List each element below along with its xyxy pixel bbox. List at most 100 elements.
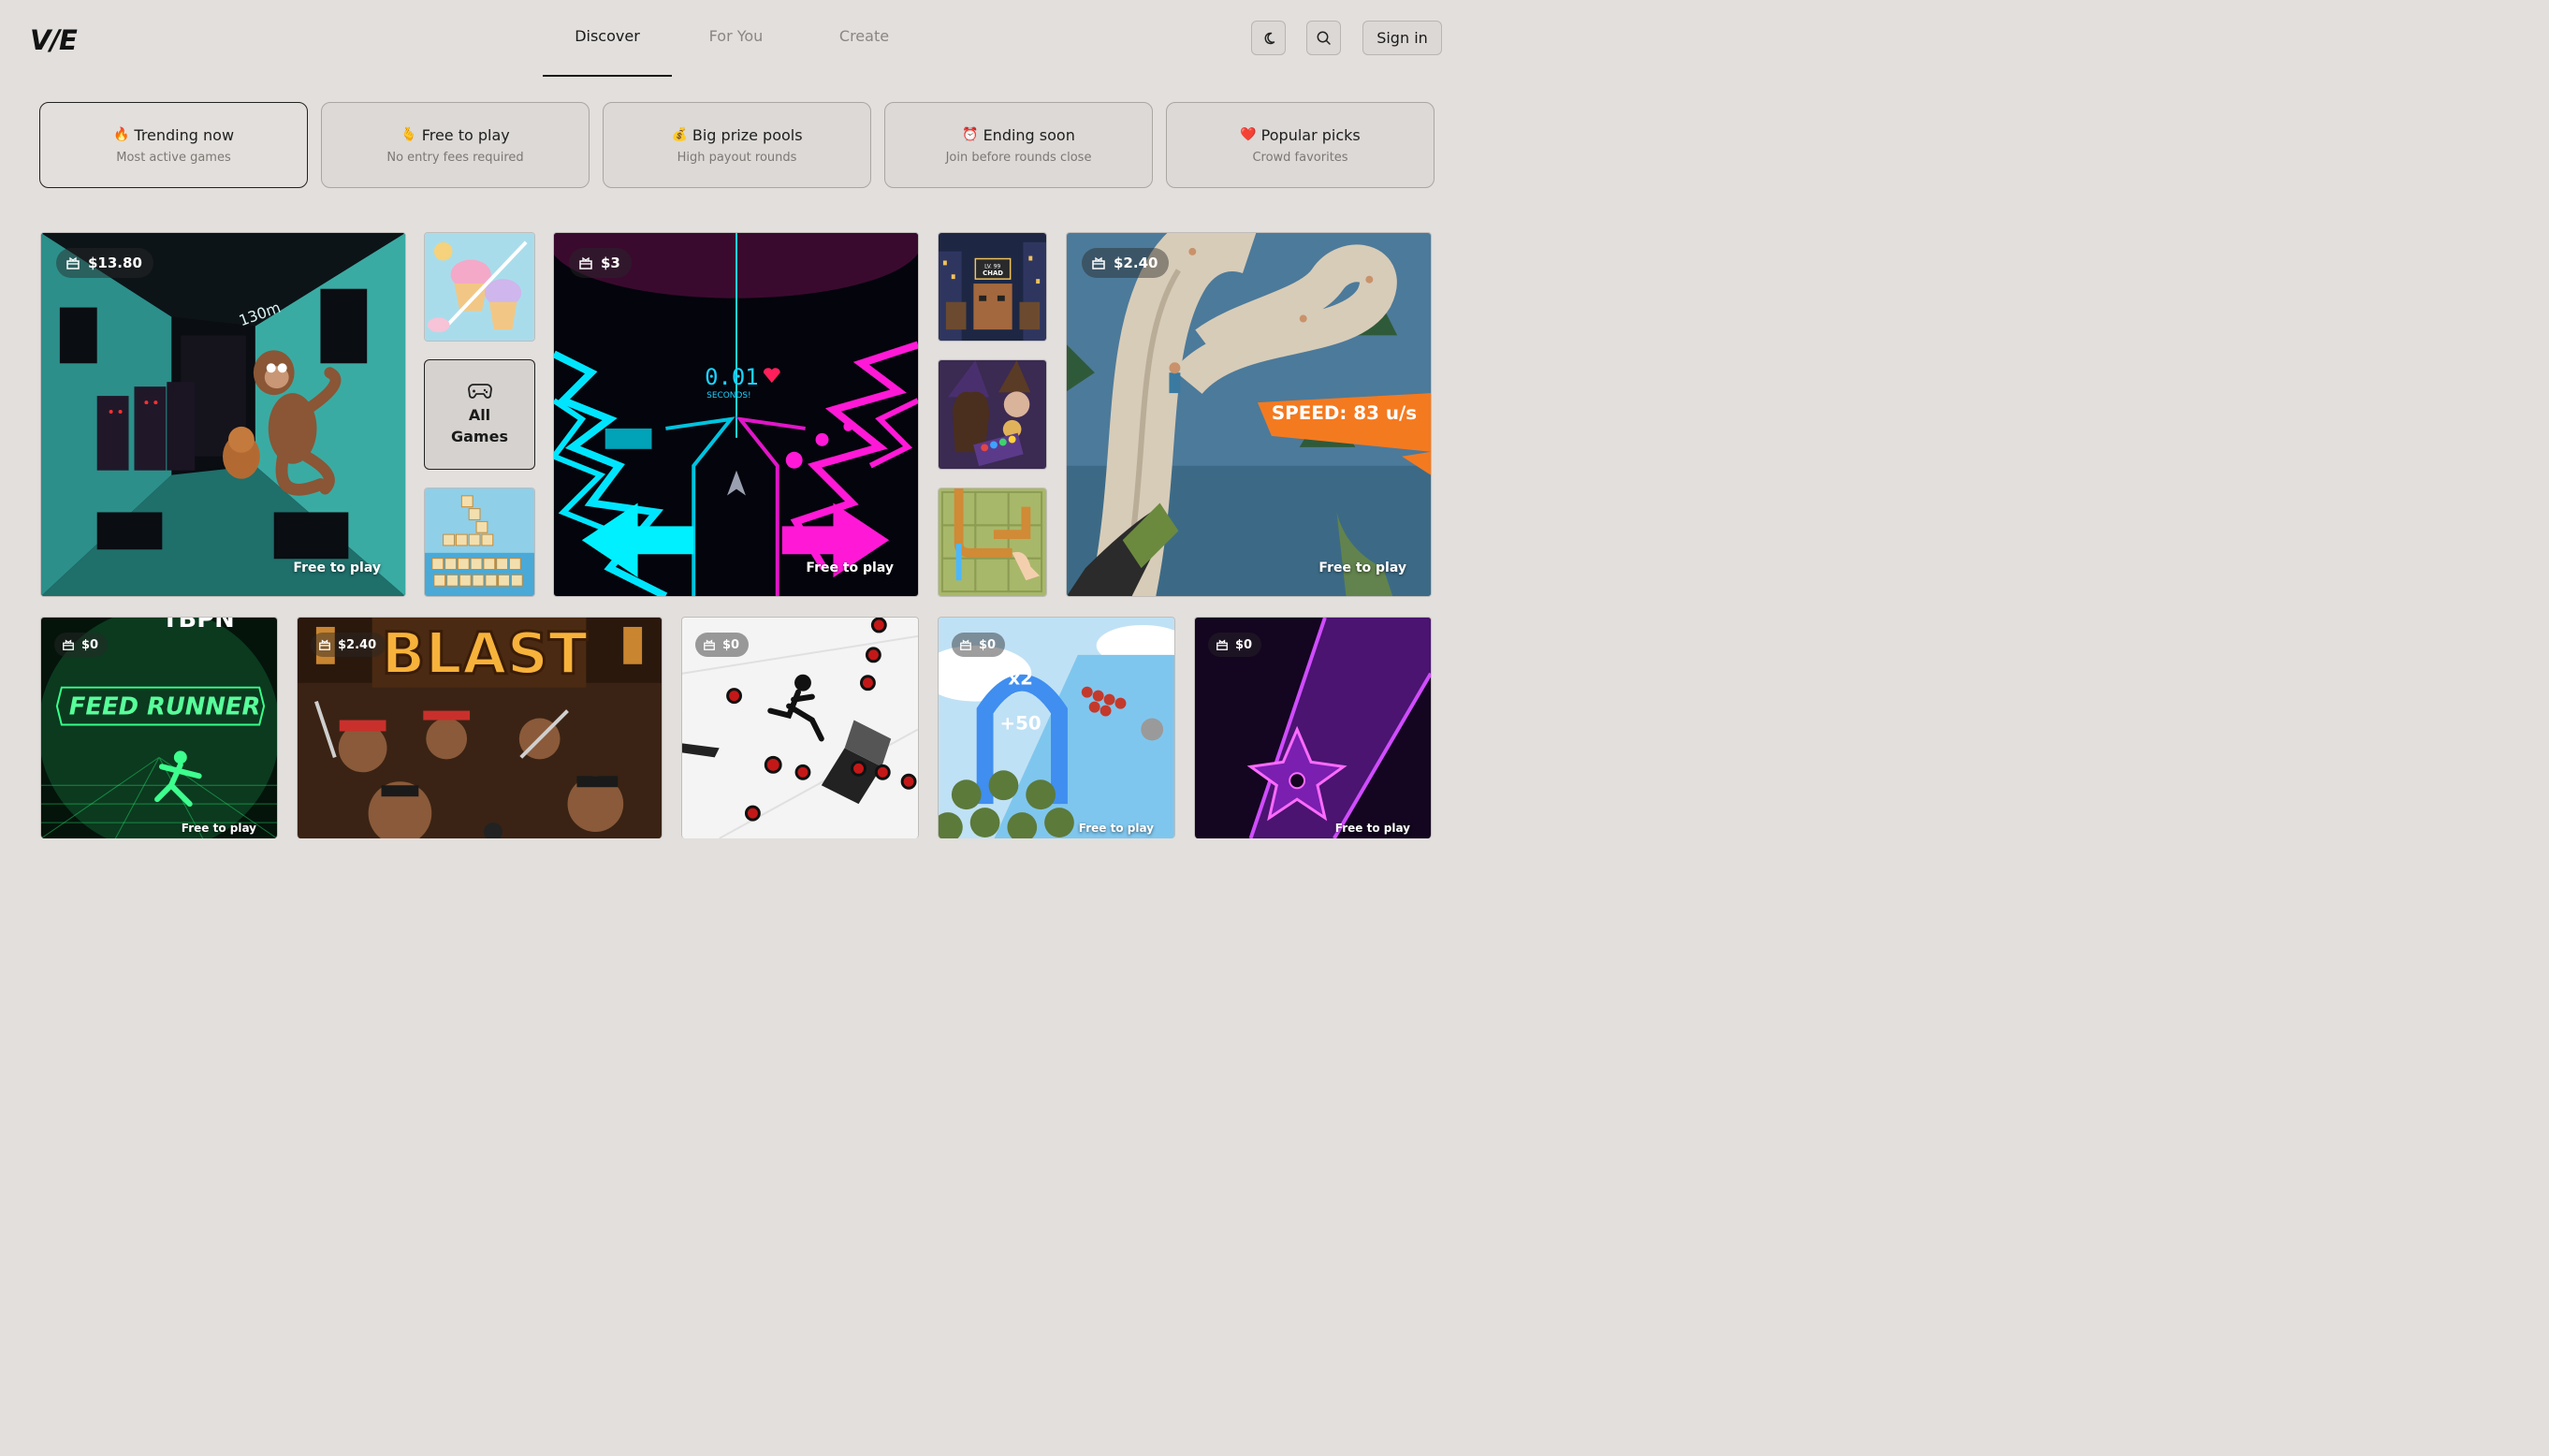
prize-amount: $0 (1235, 637, 1253, 652)
art-bonus-text: +50 (999, 712, 1041, 734)
filter-subtitle: Crowd favorites (1252, 150, 1348, 165)
main-nav: Discover For You Create (543, 0, 928, 77)
tab-for-you[interactable]: For You (672, 0, 800, 77)
game-thumbnail: 130m (41, 233, 405, 596)
gift-icon (960, 639, 971, 650)
game-card-word-scramble[interactable] (424, 488, 535, 597)
theme-toggle-button[interactable] (1251, 21, 1286, 55)
game-card-witch-match[interactable] (938, 359, 1047, 470)
heart-icon: ❤️ (1240, 127, 1257, 142)
free-to-play-label: Free to play (293, 561, 381, 575)
art-seconds-text: SECONDS! (706, 391, 750, 400)
tab-discover[interactable]: Discover (543, 0, 672, 77)
all-games-label: All Games (451, 404, 508, 447)
prize-amount: $0 (979, 637, 997, 652)
filter-label: Trending now (134, 125, 235, 144)
filter-label: Popular picks (1260, 125, 1361, 144)
filter-label: Big prize pools (692, 125, 803, 144)
game-card-neon-dash[interactable]: 0.01 SECONDS! $3 Free to play (553, 232, 919, 597)
prize-badge: $0 (695, 633, 750, 657)
filter-trending[interactable]: 🔥 Trending now Most active games (39, 102, 308, 188)
prize-badge: $2.40 (311, 633, 386, 657)
game-thumbnail: LV. 99 CHAD (939, 233, 1046, 341)
art-title-text: BLAST (382, 620, 589, 688)
gift-icon (704, 639, 715, 650)
search-icon (1317, 31, 1331, 45)
hand-icon: 🫰 (401, 127, 417, 142)
game-thumbnail (939, 488, 1046, 596)
sign-in-button[interactable]: Sign in (1362, 21, 1442, 55)
game-card-corridor-runner[interactable]: 130m $13.80 Free to play (40, 232, 406, 597)
art-brand-text: TBPN (162, 618, 235, 633)
game-thumbnail (425, 488, 534, 596)
gift-icon (1216, 639, 1228, 650)
filter-title: 💰 Big prize pools (671, 126, 802, 144)
free-to-play-label: Free to play (1318, 561, 1406, 575)
prize-badge: $13.80 (56, 248, 153, 278)
game-card-pipe-puzzle[interactable] (938, 488, 1047, 597)
gift-icon (319, 639, 330, 650)
fire-icon: 🔥 (112, 127, 130, 142)
tab-create[interactable]: Create (800, 0, 928, 77)
gift-icon (1092, 256, 1105, 269)
filter-subtitle: Join before rounds close (945, 150, 1092, 165)
all-games-line2: Games (451, 428, 508, 445)
game-card-pirate-blast[interactable]: BLAST $2.40 (297, 617, 663, 838)
filter-popular-picks[interactable]: ❤️ Popular picks Crowd favorites (1166, 102, 1435, 188)
gift-icon (63, 639, 74, 650)
prize-badge: $0 (1208, 633, 1262, 657)
filter-subtitle: No entry fees required (386, 150, 524, 165)
filter-ending-soon[interactable]: ⏰ Ending soon Join before rounds close (884, 102, 1153, 188)
art-chad-text: CHAD (983, 269, 1003, 277)
prize-amount: $13.80 (88, 255, 142, 271)
category-filters: 🔥 Trending now Most active games 🫰 Free to… (39, 102, 1435, 188)
alarm-clock-icon: ⏰ (962, 127, 979, 142)
game-thumbnail: SPEED: 83 u/s (1067, 233, 1431, 596)
game-card-neon-ninja[interactable]: $0 Free to play (1194, 617, 1432, 838)
free-to-play-label: Free to play (1334, 822, 1410, 835)
free-to-play-label: Free to play (1078, 822, 1154, 835)
search-button[interactable] (1306, 21, 1341, 55)
gamepad-icon (467, 384, 492, 399)
all-games-button[interactable]: All Games (424, 359, 535, 470)
prize-badge: $0 (952, 633, 1006, 657)
prize-amount: $2.40 (1114, 255, 1158, 271)
free-to-play-label: Free to play (806, 561, 894, 575)
filter-title: 🫰 Free to play (401, 126, 510, 144)
prize-amount: $3 (601, 255, 620, 271)
game-card-cupcake-slice[interactable] (424, 232, 535, 342)
game-card-feed-runner[interactable]: TBPN FEED RUNNER $0 Free to play (40, 617, 278, 838)
game-thumbnail: 0.01 SECONDS! (554, 233, 918, 596)
art-speed-text: SPEED: 83 u/s (1272, 402, 1417, 424)
game-card-blocky-city[interactable]: LV. 99 CHAD (938, 232, 1047, 342)
prize-badge: $0 (54, 633, 109, 657)
gift-icon (579, 256, 592, 269)
filter-subtitle: High payout rounds (677, 150, 797, 165)
filter-big-prize-pools[interactable]: 💰 Big prize pools High payout rounds (603, 102, 871, 188)
filter-title: ⏰ Ending soon (962, 126, 1075, 144)
money-bag-icon: 💰 (671, 127, 688, 142)
art-multiplier-text: x2 (1008, 668, 1033, 690)
prize-amount: $0 (81, 637, 99, 652)
prize-badge: $2.40 (1082, 248, 1170, 278)
all-games-line1: All (468, 406, 491, 424)
filter-label: Free to play (421, 125, 510, 144)
game-card-spike-jumper[interactable]: $0 (681, 617, 919, 838)
filter-subtitle: Most active games (116, 150, 231, 165)
logo[interactable]: V/E (30, 24, 78, 56)
game-thumbnail (939, 360, 1046, 469)
game-card-sky-skater[interactable]: SPEED: 83 u/s $2.40 Free to play (1066, 232, 1432, 597)
gift-icon (66, 256, 80, 269)
prize-badge: $3 (569, 248, 632, 278)
free-to-play-label: Free to play (181, 822, 256, 835)
filter-label: Ending soon (983, 125, 1075, 144)
game-thumbnail (425, 233, 534, 341)
prize-amount: $0 (722, 637, 740, 652)
art-timer-text: 0.01 (705, 364, 758, 390)
prize-amount: $2.40 (338, 637, 377, 652)
moon-icon (1264, 32, 1274, 44)
filter-title: ❤️ Popular picks (1240, 126, 1361, 144)
filter-title: 🔥 Trending now (113, 126, 234, 144)
game-card-army-runner[interactable]: x2 +50 $0 Free to play (938, 617, 1175, 838)
filter-free-to-play[interactable]: 🫰 Free to play No entry fees required (321, 102, 590, 188)
